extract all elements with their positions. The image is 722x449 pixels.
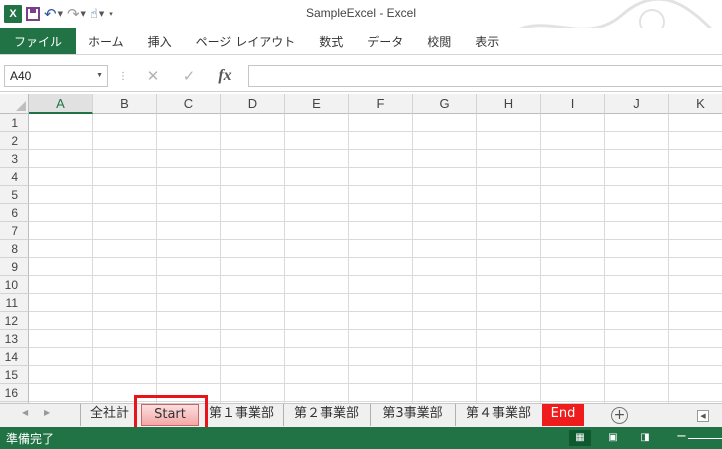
page-break-preview-icon[interactable]: ◨ xyxy=(634,430,656,446)
tab-page-layout[interactable]: ページ レイアウト xyxy=(184,28,308,54)
status-ready-text: 準備完了 xyxy=(6,432,55,446)
row-header-16[interactable]: 16 xyxy=(0,384,29,402)
column-header-c[interactable]: C xyxy=(157,94,221,114)
tab-insert[interactable]: 挿入 xyxy=(136,28,184,54)
row-header-8[interactable]: 8 xyxy=(0,240,29,258)
row-header-9[interactable]: 9 xyxy=(0,258,29,276)
column-header-b[interactable]: B xyxy=(93,94,157,114)
cell-area[interactable] xyxy=(29,114,722,403)
formula-input[interactable] xyxy=(248,65,722,87)
title-bar: X ↶ ▼ ↷ ▼ ☝ ▼ ▾ SampleExcel - Excel xyxy=(0,0,722,42)
column-header-f[interactable]: F xyxy=(349,94,413,114)
sheet-tab-division-1[interactable]: 第１事業部 xyxy=(201,404,282,426)
sheet-tab-total[interactable]: 全社計 xyxy=(80,404,138,426)
sheet-tab-division-4[interactable]: 第４事業部 xyxy=(455,404,541,426)
tab-view[interactable]: 表示 xyxy=(463,28,511,54)
worksheet-grid[interactable]: ABCDEFGHIJK 1234567891011121314151617 xyxy=(0,94,722,403)
normal-view-icon[interactable]: ▦ xyxy=(569,430,591,446)
zoom-slider[interactable] xyxy=(688,438,722,439)
status-bar: 準備完了 ▦ ▣ ◨ − xyxy=(0,427,722,449)
row-header-5[interactable]: 5 xyxy=(0,186,29,204)
column-header-g[interactable]: G xyxy=(413,94,477,114)
tab-data[interactable]: データ xyxy=(355,28,415,54)
formula-buttons: ✕ ✓ fx xyxy=(135,65,245,87)
row-header-11[interactable]: 11 xyxy=(0,294,29,312)
row-header-13[interactable]: 13 xyxy=(0,330,29,348)
window-title: SampleExcel - Excel xyxy=(305,6,417,20)
enter-icon[interactable]: ✓ xyxy=(171,67,207,85)
row-header-2[interactable]: 2 xyxy=(0,132,29,150)
column-header-h[interactable]: H xyxy=(477,94,541,114)
tab-formulas[interactable]: 数式 xyxy=(307,28,355,54)
column-header-d[interactable]: D xyxy=(221,94,285,114)
zoom-out-icon[interactable]: − xyxy=(676,429,687,444)
row-header-7[interactable]: 7 xyxy=(0,222,29,240)
sheet-tab-division-2[interactable]: 第２事業部 xyxy=(283,404,369,426)
ribbon-tabs: ファイル ホーム 挿入 ページ レイアウト 数式 データ 校閲 表示 xyxy=(0,28,722,55)
row-header-1[interactable]: 1 xyxy=(0,114,29,132)
tab-review[interactable]: 校閲 xyxy=(415,28,463,54)
name-box[interactable]: A40 ▼ xyxy=(4,65,108,87)
sheet-tab-division-3[interactable]: 第3事業部 xyxy=(370,404,454,426)
tab-file[interactable]: ファイル xyxy=(0,28,77,54)
column-header-j[interactable]: J xyxy=(605,94,669,114)
scroll-left-icon[interactable]: ◀ xyxy=(697,410,709,422)
column-header-e[interactable]: E xyxy=(285,94,349,114)
row-header-3[interactable]: 3 xyxy=(0,150,29,168)
column-header-i[interactable]: I xyxy=(541,94,605,114)
next-sheet-icon[interactable]: ▶ xyxy=(44,408,50,417)
sheet-tab-end[interactable]: End xyxy=(542,404,584,426)
chevron-down-icon[interactable]: ▼ xyxy=(96,72,103,79)
formula-bar: A40 ▼ ⋮ ✕ ✓ fx xyxy=(0,62,722,92)
column-header-k[interactable]: K xyxy=(669,94,722,114)
add-sheet-icon[interactable]: + xyxy=(611,407,628,424)
insert-function-icon[interactable]: fx xyxy=(207,67,243,85)
page-layout-view-icon[interactable]: ▣ xyxy=(602,430,624,446)
column-header-a[interactable]: A xyxy=(29,94,93,114)
sheet-tab-start[interactable]: Start xyxy=(141,404,199,426)
select-all-button[interactable] xyxy=(0,94,29,114)
name-box-value: A40 xyxy=(10,69,32,83)
sheet-tab-bar: ◀ ▶ 全社計 Start 第１事業部 第２事業部 第3事業部 第４事業部 En… xyxy=(0,403,722,427)
tab-home[interactable]: ホーム xyxy=(76,28,136,54)
row-header-12[interactable]: 12 xyxy=(0,312,29,330)
row-header-6[interactable]: 6 xyxy=(0,204,29,222)
cancel-icon[interactable]: ✕ xyxy=(135,67,171,85)
formula-bar-grip-icon: ⋮ xyxy=(118,71,128,82)
row-header-4[interactable]: 4 xyxy=(0,168,29,186)
row-header-14[interactable]: 14 xyxy=(0,348,29,366)
row-header-10[interactable]: 10 xyxy=(0,276,29,294)
row-header-15[interactable]: 15 xyxy=(0,366,29,384)
prev-sheet-icon[interactable]: ◀ xyxy=(22,408,28,417)
